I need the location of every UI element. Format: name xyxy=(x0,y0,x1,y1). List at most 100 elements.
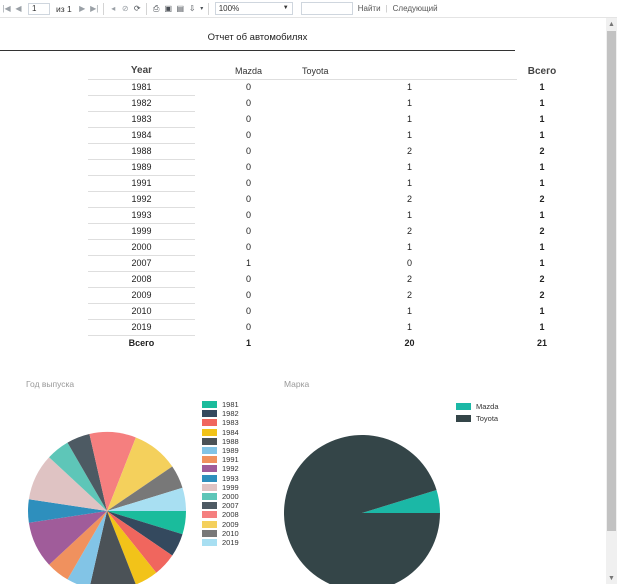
legend-swatch xyxy=(202,437,217,445)
next-page-icon[interactable]: ▶ xyxy=(77,3,88,15)
legend-item: 1981 xyxy=(202,400,239,409)
brand-chart-title: Марка xyxy=(284,379,310,389)
report-title: Отчет об автомобилях xyxy=(207,32,308,43)
legend-swatch xyxy=(202,511,217,519)
legend-item: 2007 xyxy=(202,501,239,510)
toolbar-divider xyxy=(102,2,104,15)
brand-pie-chart xyxy=(284,435,440,584)
find-input[interactable] xyxy=(300,2,353,15)
find-link[interactable]: Найти xyxy=(358,4,381,13)
legend-item: 1989 xyxy=(202,446,239,455)
year-cell: 1999 xyxy=(88,223,195,240)
first-page-icon[interactable]: |◀ xyxy=(1,3,12,15)
year-cell: 1983 xyxy=(88,111,195,128)
scroll-down-arrow-icon[interactable]: ▼ xyxy=(606,573,617,584)
year-header: Year xyxy=(88,63,195,80)
year-cell: 2019 xyxy=(88,319,195,336)
legend-swatch xyxy=(202,483,217,491)
legend-label: 1989 xyxy=(222,446,239,456)
table-row: 1983 0 1 1 xyxy=(88,111,567,128)
total-cell: 2 xyxy=(539,274,545,284)
total-cell: 1 xyxy=(539,258,545,268)
table-row: 1988 0 2 2 xyxy=(88,143,567,160)
stop-icon[interactable]: ⊘ xyxy=(120,3,131,15)
toyota-cell: 0 xyxy=(406,258,412,268)
total-cell: 1 xyxy=(539,242,545,252)
export-icon[interactable]: ⇩ xyxy=(187,3,198,15)
legend-item: Mazda xyxy=(456,400,499,412)
total-cell: 1 xyxy=(539,82,545,92)
total-cell: 1 xyxy=(539,306,545,316)
table-row: 1984 0 1 1 xyxy=(88,127,567,144)
table-row: 2009 0 2 2 xyxy=(88,287,567,304)
legend-item: 1992 xyxy=(202,464,239,473)
legend-label: 1993 xyxy=(222,473,239,483)
legend-item: 1988 xyxy=(202,437,239,446)
toyota-cell: 1 xyxy=(406,306,412,316)
table-row: 2008 0 2 2 xyxy=(88,271,567,288)
scroll-thumb[interactable] xyxy=(607,31,616,531)
year-pie-chart xyxy=(28,432,186,584)
total-cell: 2 xyxy=(539,290,545,300)
year-cell: 1982 xyxy=(88,95,195,112)
page-number-input[interactable]: 1 xyxy=(28,2,50,15)
back-icon[interactable]: ◂ xyxy=(108,3,119,15)
table-row: 2000 0 1 1 xyxy=(88,239,567,256)
mazda-cell: 1 xyxy=(245,338,251,348)
brand-legend: Mazda Toyota xyxy=(456,400,499,424)
print-icon[interactable]: ⎙ xyxy=(151,3,162,15)
legend-label: 1991 xyxy=(222,455,239,465)
title-divider xyxy=(0,50,515,51)
refresh-icon[interactable]: ⟳ xyxy=(132,3,143,15)
prev-page-icon[interactable]: ◀ xyxy=(13,3,24,15)
legend-item: 2009 xyxy=(202,519,239,529)
total-cell: 1 xyxy=(539,178,545,188)
legend-item: 1993 xyxy=(202,474,239,483)
year-cell: 2010 xyxy=(88,303,195,320)
mazda-cell: 0 xyxy=(245,226,251,236)
mazda-cell: 0 xyxy=(245,114,251,124)
table-row: 1992 0 2 2 xyxy=(88,191,567,208)
last-page-icon[interactable]: ▶| xyxy=(89,3,100,15)
total-cell: 2 xyxy=(539,146,545,156)
mazda-cell: 0 xyxy=(245,98,251,108)
table-total-row: Всего 1 20 21 xyxy=(88,335,567,351)
table-row: 1991 0 1 1 xyxy=(88,175,567,192)
mazda-cell: 0 xyxy=(245,82,251,93)
legend-swatch xyxy=(202,465,217,473)
table-row: 2019 0 1 1 xyxy=(88,319,567,336)
legend-label: 1984 xyxy=(222,427,239,437)
year-cell: 2008 xyxy=(88,271,195,288)
find-next-link[interactable]: Следующий xyxy=(393,4,438,13)
year-cell: 2009 xyxy=(88,287,195,304)
print-layout-icon[interactable]: ▣ xyxy=(163,3,174,15)
year-cell: 2000 xyxy=(88,239,195,256)
toyota-cell: 2 xyxy=(406,146,412,156)
legend-swatch xyxy=(456,414,471,422)
table-row: 2010 0 1 1 xyxy=(88,303,567,320)
year-cell: 1991 xyxy=(88,175,195,192)
mazda-cell: 0 xyxy=(245,290,251,300)
scroll-up-arrow-icon[interactable]: ▲ xyxy=(606,19,617,30)
legend-swatch xyxy=(202,447,217,455)
toyota-cell: 1 xyxy=(406,98,412,108)
legend-label: 2010 xyxy=(222,528,239,538)
total-cell: 2 xyxy=(539,226,545,236)
year-cell: Всего xyxy=(128,338,155,349)
legend-label: Toyota xyxy=(476,413,499,423)
total-cell: 1 xyxy=(539,130,545,140)
legend-swatch xyxy=(202,474,217,482)
cars-crosstab: Year Mazda Toyota Всего 1981 0 1 1 1982 0 1 1 19… xyxy=(88,63,567,351)
toyota-cell: 1 xyxy=(406,82,412,93)
zoom-select[interactable]: 100% ▼ xyxy=(214,2,293,15)
year-cell: 1981 xyxy=(88,79,195,96)
legend-item: 2010 xyxy=(202,529,239,538)
mazda-cell: 0 xyxy=(245,210,251,220)
legend-label: 1999 xyxy=(222,482,239,492)
mazda-cell: 0 xyxy=(245,242,251,252)
toolbar-divider xyxy=(207,2,209,15)
export-dropdown-icon[interactable]: ▾ xyxy=(199,3,205,15)
page-setup-icon[interactable]: ▤ xyxy=(175,3,186,15)
legend-label: 2019 xyxy=(222,537,239,547)
total-header: Всего xyxy=(527,65,557,77)
